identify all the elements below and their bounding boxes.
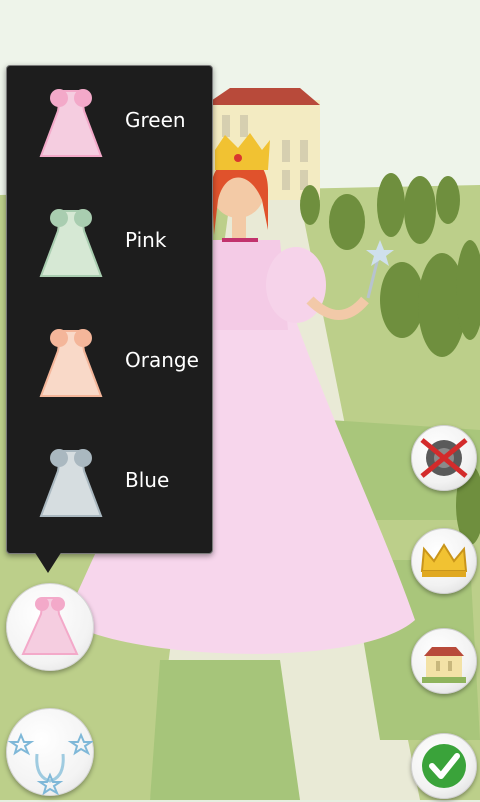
- stars-wreath-icon: [7, 732, 95, 796]
- popup-pointer: [34, 551, 62, 573]
- confirm-button[interactable]: [411, 733, 477, 799]
- dress-option-label: Orange: [125, 348, 199, 372]
- checkmark-icon: [422, 744, 466, 788]
- dress-option-pink[interactable]: Pink: [7, 186, 212, 306]
- crown-icon: [420, 543, 468, 577]
- peach-dress-icon: [39, 329, 103, 397]
- green-dress-icon: [39, 209, 103, 277]
- dress-option-orange[interactable]: Orange: [7, 306, 212, 426]
- palace-icon: [422, 647, 466, 683]
- background-category-button[interactable]: [411, 628, 477, 694]
- dress-color-menu: Green Pink Orange Blue: [6, 65, 213, 554]
- dress-option-label: Green: [125, 108, 186, 132]
- dress-option-label: Blue: [125, 468, 170, 492]
- mute-button[interactable]: [411, 425, 477, 491]
- decor-category-button[interactable]: [6, 708, 95, 796]
- dress-icon: [21, 597, 79, 655]
- dress-option-label: Pink: [125, 228, 167, 252]
- dress-option-blue[interactable]: Blue: [7, 426, 212, 546]
- dress-option-green[interactable]: Green: [7, 66, 212, 186]
- pink-dress-icon: [39, 89, 103, 157]
- crown-category-button[interactable]: [411, 528, 477, 594]
- dress-category-button[interactable]: [6, 583, 94, 671]
- speaker-muted-icon: [420, 438, 468, 478]
- grey-dress-icon: [39, 449, 103, 517]
